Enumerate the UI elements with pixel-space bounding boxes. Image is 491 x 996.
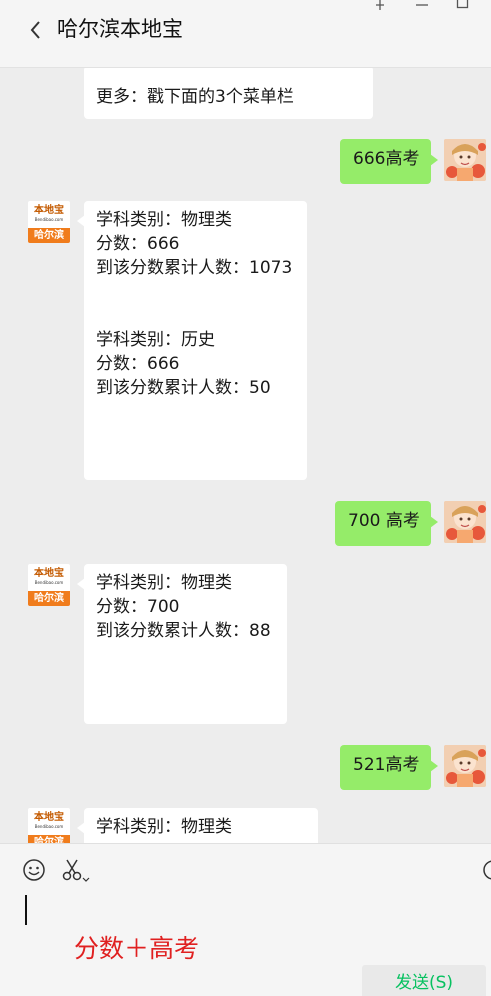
message-line: 到该分数累计人数：1073 <box>96 258 293 278</box>
message-bubble-account: 更多：戳下面的3个菜单栏 <box>84 68 373 119</box>
logo-city: 哈尔滨 <box>28 835 70 843</box>
message-bubble-account: 学科类别：物理类 <box>77 808 318 843</box>
pin-icon[interactable] <box>372 0 388 12</box>
message-text: 521高考 <box>353 755 420 775</box>
logo-subtext: Bendibao.com <box>34 217 64 222</box>
message-bubble-user: 666高考 <box>340 139 438 184</box>
message-line: 学科类别：物理类 <box>96 817 232 837</box>
minimize-icon[interactable] <box>414 0 430 12</box>
annotation-text: 分数＋高考 <box>74 934 200 963</box>
message-bubble-user: 700 高考 <box>335 501 438 546</box>
maximize-icon[interactable] <box>455 0 471 12</box>
account-logo[interactable]: 本地宝 Bendibao.com 哈尔滨 <box>28 808 70 843</box>
message-line: 到该分数累计人数：88 <box>96 621 271 641</box>
message-line: 分数：666 <box>96 234 180 254</box>
logo-text: 本地宝 <box>34 568 64 579</box>
message-line: 学科类别：物理类 <box>96 573 232 593</box>
user-avatar[interactable] <box>444 745 486 787</box>
logo-text: 本地宝 <box>34 812 64 823</box>
logo-subtext: Bendibao.com <box>34 824 64 829</box>
message-line: 学科类别：历史 <box>96 330 215 350</box>
emoji-icon[interactable] <box>22 858 46 886</box>
chat-title: 哈尔滨本地宝 <box>57 17 183 41</box>
account-logo[interactable]: 本地宝 Bendibao.com 哈尔滨 <box>28 201 70 243</box>
message-bubble-account: 学科类别：物理类 分数：700 到该分数累计人数：88 <box>77 564 287 724</box>
scissors-icon[interactable] <box>62 858 82 886</box>
back-chevron-icon[interactable] <box>26 16 46 44</box>
chevron-down-icon[interactable] <box>82 868 90 887</box>
logo-text: 本地宝 <box>34 205 64 216</box>
text-cursor[interactable] <box>25 895 27 925</box>
account-logo[interactable]: 本地宝 Bendibao.com 哈尔滨 <box>28 564 70 606</box>
message-line <box>96 280 295 304</box>
message-line: 到该分数累计人数：50 <box>96 378 271 398</box>
user-avatar[interactable] <box>444 501 486 543</box>
logo-city: 哈尔滨 <box>28 228 70 243</box>
message-line: 分数：666 <box>96 354 180 374</box>
message-list[interactable]: 更多：戳下面的3个菜单栏 666高考 本地宝 Bendibao.com 哈尔滨 … <box>0 68 491 843</box>
logo-city: 哈尔滨 <box>28 591 70 606</box>
message-line: 更多：戳下面的3个菜单栏 <box>96 87 294 107</box>
message-bubble-user: 521高考 <box>340 745 438 790</box>
message-line: 学科类别：物理类 <box>96 210 232 230</box>
message-text: 666高考 <box>353 149 420 169</box>
composer: 分数＋高考 发送(S) <box>0 843 491 996</box>
logo-subtext: Bendibao.com <box>34 580 64 585</box>
message-line: 分数：700 <box>96 597 180 617</box>
message-bubble-account: 学科类别：物理类 分数：666 到该分数累计人数：1073 学科类别：历史 分数… <box>77 201 307 480</box>
chat-bubble-icon[interactable] <box>482 858 491 886</box>
message-line <box>96 304 295 328</box>
user-avatar[interactable] <box>444 139 486 181</box>
send-button[interactable]: 发送(S) <box>362 965 486 996</box>
message-text: 700 高考 <box>348 511 420 531</box>
chat-title-bar: 哈尔滨本地宝 <box>0 0 491 68</box>
